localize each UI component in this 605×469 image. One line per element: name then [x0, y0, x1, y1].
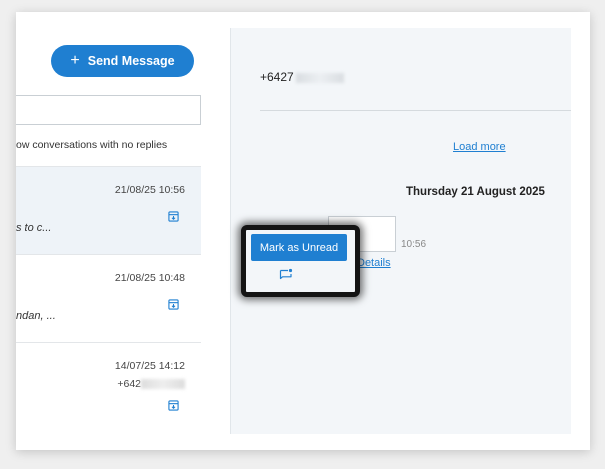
conversation-time: 21/08/25 10:48	[114, 272, 185, 284]
archive-icon[interactable]	[168, 211, 179, 222]
conversation-list: 21/08/25 10:56 s to c... 21/08/25 10:48 …	[16, 166, 201, 430]
search-input[interactable]	[16, 95, 201, 125]
thread-phone: +6427	[260, 70, 344, 84]
header-divider	[260, 110, 571, 111]
details-link[interactable]: Details	[357, 257, 391, 269]
conversation-time: 14/07/25 14:12	[114, 360, 185, 372]
conversation-phone-number: +642	[117, 378, 141, 390]
mark-as-unread-button[interactable]: Mark as Unread	[251, 234, 347, 261]
thread-phone-number: +6427	[260, 70, 294, 84]
conversation-item[interactable]: 21/08/25 10:48 ndan, ...	[16, 254, 201, 342]
comment-icon[interactable]	[279, 268, 293, 282]
message-time: 10:56	[401, 239, 427, 250]
conversation-item[interactable]: 21/08/25 10:56 s to c...	[16, 166, 201, 254]
send-message-label: Send Message	[87, 54, 175, 68]
archive-icon[interactable]	[168, 400, 179, 411]
date-header: Thursday 21 August 2025	[406, 186, 545, 198]
no-replies-filter[interactable]: ow conversations with no replies	[16, 139, 230, 151]
conversation-sidebar: + Send Message ow conversations with no …	[16, 12, 230, 450]
conversation-phone: +642	[117, 378, 185, 390]
app-window: + Send Message ow conversations with no …	[16, 12, 590, 450]
load-more-link[interactable]: Load more	[453, 141, 506, 153]
archive-icon[interactable]	[168, 299, 179, 310]
redacted-number	[295, 72, 344, 83]
send-message-button[interactable]: + Send Message	[51, 45, 194, 77]
conversation-preview: s to c...	[16, 222, 52, 234]
conversation-item[interactable]: 14/07/25 14:12 +642	[16, 342, 201, 430]
plus-icon: +	[70, 52, 80, 69]
redacted-number	[141, 379, 185, 390]
conversation-preview: ndan, ...	[16, 310, 56, 322]
conversation-time: 21/08/25 10:56	[114, 184, 185, 196]
